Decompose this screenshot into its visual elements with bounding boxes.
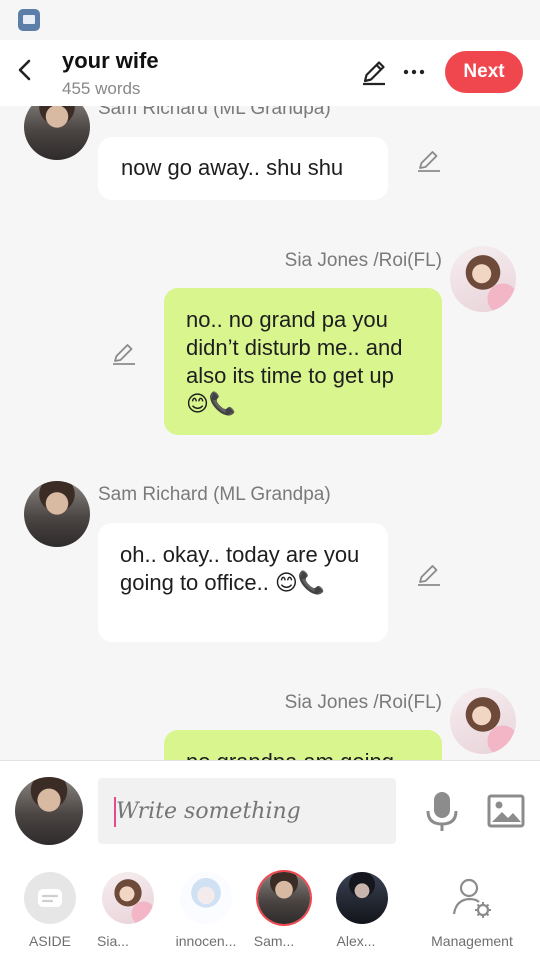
message-bubble[interactable]: no.. no grand pa you didn’t disturb me..… bbox=[164, 288, 442, 435]
tab-management[interactable]: Management bbox=[422, 872, 522, 949]
management-icon bbox=[452, 878, 491, 918]
alex-avatar bbox=[336, 872, 388, 924]
speaker-name: Sia Jones /Roi(FL) bbox=[284, 250, 442, 271]
edit-pencil-icon[interactable] bbox=[360, 58, 388, 86]
speaker-name: Sam Richard (ML Grandpa) bbox=[98, 106, 331, 119]
image-icon[interactable] bbox=[486, 791, 526, 831]
sia-avatar bbox=[102, 872, 154, 924]
more-options-icon[interactable] bbox=[400, 58, 428, 86]
sia-jones-avatar[interactable] bbox=[450, 246, 516, 312]
tab-label: Sam... bbox=[253, 933, 295, 949]
speaker-name: Sam Richard (ML Grandpa) bbox=[98, 484, 331, 505]
status-bar bbox=[0, 0, 540, 40]
word-count: 455 words bbox=[62, 79, 141, 98]
innocent-avatar bbox=[180, 872, 232, 924]
tab-sia[interactable]: Sia... bbox=[88, 872, 168, 949]
message-bubble[interactable]: no grandpa am going bbox=[164, 730, 442, 760]
edit-message-icon[interactable] bbox=[111, 341, 137, 367]
edit-message-icon[interactable] bbox=[416, 148, 442, 174]
tab-label: Alex... bbox=[336, 933, 376, 949]
header: your wife 455 words Next bbox=[0, 40, 540, 106]
message-bubble[interactable]: oh.. okay.. today are you going to offic… bbox=[98, 523, 388, 642]
message-bubble[interactable]: now go away.. shu shu bbox=[98, 137, 388, 200]
sam-richard-avatar[interactable] bbox=[24, 481, 90, 547]
tab-label: Management bbox=[431, 933, 513, 949]
message-input[interactable] bbox=[98, 778, 396, 844]
tab-alex[interactable]: Alex... bbox=[322, 872, 402, 949]
chat-area[interactable]: Sam Richard (ML Grandpa) now go away.. s… bbox=[0, 106, 540, 760]
tab-label: Sia... bbox=[97, 933, 129, 949]
app-notification-icon bbox=[18, 9, 40, 31]
speaker-name: Sia Jones /Roi(FL) bbox=[284, 692, 442, 713]
composer-bar bbox=[0, 760, 540, 862]
microphone-icon[interactable] bbox=[422, 789, 462, 833]
back-arrow-icon[interactable] bbox=[12, 56, 40, 84]
sam-avatar bbox=[258, 872, 310, 924]
sia-jones-avatar[interactable] bbox=[450, 688, 516, 754]
edit-message-icon[interactable] bbox=[416, 562, 442, 588]
current-speaker-avatar[interactable] bbox=[15, 777, 83, 845]
next-button[interactable]: Next bbox=[445, 51, 523, 93]
page-title: your wife bbox=[62, 48, 159, 73]
aside-icon bbox=[24, 872, 76, 924]
character-bar: ASIDE Sia... innocen... Sam... Alex... M… bbox=[0, 860, 540, 960]
sam-richard-avatar[interactable] bbox=[24, 106, 90, 160]
text-cursor bbox=[114, 797, 116, 827]
